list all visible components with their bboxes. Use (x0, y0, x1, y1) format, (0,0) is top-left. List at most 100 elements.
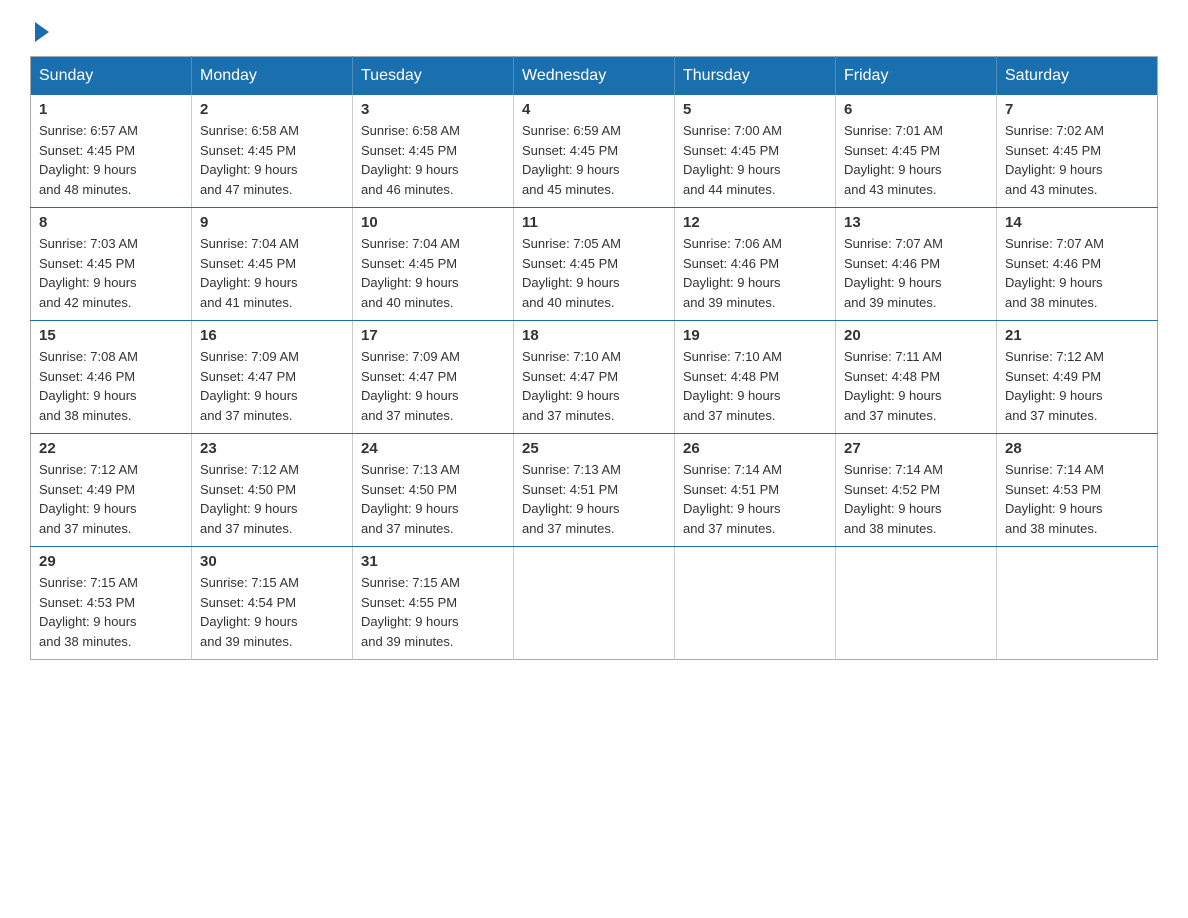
calendar-cell: 31 Sunrise: 7:15 AM Sunset: 4:55 PM Dayl… (353, 547, 514, 660)
calendar-cell: 9 Sunrise: 7:04 AM Sunset: 4:45 PM Dayli… (192, 208, 353, 321)
day-number: 1 (39, 101, 183, 118)
day-info: Sunrise: 7:10 AM Sunset: 4:47 PM Dayligh… (522, 347, 666, 425)
day-number: 18 (522, 327, 666, 344)
calendar-week-row: 15 Sunrise: 7:08 AM Sunset: 4:46 PM Dayl… (31, 321, 1158, 434)
calendar-header-monday: Monday (192, 57, 353, 96)
day-number: 14 (1005, 214, 1149, 231)
calendar-cell: 7 Sunrise: 7:02 AM Sunset: 4:45 PM Dayli… (997, 95, 1158, 208)
calendar-cell: 4 Sunrise: 6:59 AM Sunset: 4:45 PM Dayli… (514, 95, 675, 208)
day-info: Sunrise: 6:58 AM Sunset: 4:45 PM Dayligh… (361, 121, 505, 199)
calendar-cell: 22 Sunrise: 7:12 AM Sunset: 4:49 PM Dayl… (31, 434, 192, 547)
calendar-week-row: 29 Sunrise: 7:15 AM Sunset: 4:53 PM Dayl… (31, 547, 1158, 660)
calendar-cell: 15 Sunrise: 7:08 AM Sunset: 4:46 PM Dayl… (31, 321, 192, 434)
day-info: Sunrise: 6:59 AM Sunset: 4:45 PM Dayligh… (522, 121, 666, 199)
day-info: Sunrise: 7:04 AM Sunset: 4:45 PM Dayligh… (200, 234, 344, 312)
calendar-cell: 25 Sunrise: 7:13 AM Sunset: 4:51 PM Dayl… (514, 434, 675, 547)
day-number: 12 (683, 214, 827, 231)
day-info: Sunrise: 7:13 AM Sunset: 4:50 PM Dayligh… (361, 460, 505, 538)
logo (30, 20, 49, 38)
calendar-week-row: 8 Sunrise: 7:03 AM Sunset: 4:45 PM Dayli… (31, 208, 1158, 321)
calendar-header-friday: Friday (836, 57, 997, 96)
calendar-cell: 10 Sunrise: 7:04 AM Sunset: 4:45 PM Dayl… (353, 208, 514, 321)
day-info: Sunrise: 7:05 AM Sunset: 4:45 PM Dayligh… (522, 234, 666, 312)
day-number: 20 (844, 327, 988, 344)
calendar-week-row: 1 Sunrise: 6:57 AM Sunset: 4:45 PM Dayli… (31, 95, 1158, 208)
calendar-cell: 27 Sunrise: 7:14 AM Sunset: 4:52 PM Dayl… (836, 434, 997, 547)
logo-arrow-icon (35, 22, 49, 42)
calendar-cell: 29 Sunrise: 7:15 AM Sunset: 4:53 PM Dayl… (31, 547, 192, 660)
day-info: Sunrise: 7:00 AM Sunset: 4:45 PM Dayligh… (683, 121, 827, 199)
day-number: 5 (683, 101, 827, 118)
calendar-cell: 6 Sunrise: 7:01 AM Sunset: 4:45 PM Dayli… (836, 95, 997, 208)
day-number: 30 (200, 553, 344, 570)
calendar-week-row: 22 Sunrise: 7:12 AM Sunset: 4:49 PM Dayl… (31, 434, 1158, 547)
calendar-cell: 12 Sunrise: 7:06 AM Sunset: 4:46 PM Dayl… (675, 208, 836, 321)
calendar-cell: 14 Sunrise: 7:07 AM Sunset: 4:46 PM Dayl… (997, 208, 1158, 321)
day-number: 11 (522, 214, 666, 231)
day-info: Sunrise: 7:14 AM Sunset: 4:53 PM Dayligh… (1005, 460, 1149, 538)
day-info: Sunrise: 7:12 AM Sunset: 4:49 PM Dayligh… (39, 460, 183, 538)
day-number: 15 (39, 327, 183, 344)
calendar-cell: 3 Sunrise: 6:58 AM Sunset: 4:45 PM Dayli… (353, 95, 514, 208)
day-number: 16 (200, 327, 344, 344)
calendar-cell: 2 Sunrise: 6:58 AM Sunset: 4:45 PM Dayli… (192, 95, 353, 208)
page-header (30, 20, 1158, 38)
calendar-cell: 24 Sunrise: 7:13 AM Sunset: 4:50 PM Dayl… (353, 434, 514, 547)
calendar-cell: 18 Sunrise: 7:10 AM Sunset: 4:47 PM Dayl… (514, 321, 675, 434)
day-number: 29 (39, 553, 183, 570)
calendar-cell (514, 547, 675, 660)
calendar-header-thursday: Thursday (675, 57, 836, 96)
day-number: 22 (39, 440, 183, 457)
day-info: Sunrise: 7:14 AM Sunset: 4:51 PM Dayligh… (683, 460, 827, 538)
day-number: 10 (361, 214, 505, 231)
day-info: Sunrise: 7:07 AM Sunset: 4:46 PM Dayligh… (1005, 234, 1149, 312)
calendar-cell: 16 Sunrise: 7:09 AM Sunset: 4:47 PM Dayl… (192, 321, 353, 434)
calendar-header-wednesday: Wednesday (514, 57, 675, 96)
calendar-cell: 21 Sunrise: 7:12 AM Sunset: 4:49 PM Dayl… (997, 321, 1158, 434)
day-info: Sunrise: 7:01 AM Sunset: 4:45 PM Dayligh… (844, 121, 988, 199)
day-number: 28 (1005, 440, 1149, 457)
calendar-cell: 5 Sunrise: 7:00 AM Sunset: 4:45 PM Dayli… (675, 95, 836, 208)
day-info: Sunrise: 7:06 AM Sunset: 4:46 PM Dayligh… (683, 234, 827, 312)
day-number: 27 (844, 440, 988, 457)
day-number: 6 (844, 101, 988, 118)
calendar-cell: 8 Sunrise: 7:03 AM Sunset: 4:45 PM Dayli… (31, 208, 192, 321)
day-info: Sunrise: 7:12 AM Sunset: 4:50 PM Dayligh… (200, 460, 344, 538)
day-info: Sunrise: 7:07 AM Sunset: 4:46 PM Dayligh… (844, 234, 988, 312)
day-info: Sunrise: 7:12 AM Sunset: 4:49 PM Dayligh… (1005, 347, 1149, 425)
calendar-cell: 19 Sunrise: 7:10 AM Sunset: 4:48 PM Dayl… (675, 321, 836, 434)
day-number: 21 (1005, 327, 1149, 344)
day-info: Sunrise: 7:09 AM Sunset: 4:47 PM Dayligh… (200, 347, 344, 425)
calendar-cell: 26 Sunrise: 7:14 AM Sunset: 4:51 PM Dayl… (675, 434, 836, 547)
day-number: 31 (361, 553, 505, 570)
day-info: Sunrise: 7:03 AM Sunset: 4:45 PM Dayligh… (39, 234, 183, 312)
calendar-cell: 28 Sunrise: 7:14 AM Sunset: 4:53 PM Dayl… (997, 434, 1158, 547)
day-info: Sunrise: 6:58 AM Sunset: 4:45 PM Dayligh… (200, 121, 344, 199)
day-number: 13 (844, 214, 988, 231)
calendar-header-saturday: Saturday (997, 57, 1158, 96)
day-number: 25 (522, 440, 666, 457)
day-number: 3 (361, 101, 505, 118)
day-info: Sunrise: 7:10 AM Sunset: 4:48 PM Dayligh… (683, 347, 827, 425)
day-info: Sunrise: 7:15 AM Sunset: 4:55 PM Dayligh… (361, 573, 505, 651)
calendar-cell: 13 Sunrise: 7:07 AM Sunset: 4:46 PM Dayl… (836, 208, 997, 321)
calendar-cell: 30 Sunrise: 7:15 AM Sunset: 4:54 PM Dayl… (192, 547, 353, 660)
day-number: 9 (200, 214, 344, 231)
calendar-cell: 17 Sunrise: 7:09 AM Sunset: 4:47 PM Dayl… (353, 321, 514, 434)
calendar-table: SundayMondayTuesdayWednesdayThursdayFrid… (30, 56, 1158, 660)
day-info: Sunrise: 7:04 AM Sunset: 4:45 PM Dayligh… (361, 234, 505, 312)
day-number: 7 (1005, 101, 1149, 118)
calendar-cell (675, 547, 836, 660)
day-info: Sunrise: 6:57 AM Sunset: 4:45 PM Dayligh… (39, 121, 183, 199)
day-info: Sunrise: 7:13 AM Sunset: 4:51 PM Dayligh… (522, 460, 666, 538)
day-number: 4 (522, 101, 666, 118)
day-number: 2 (200, 101, 344, 118)
calendar-cell (997, 547, 1158, 660)
calendar-cell: 1 Sunrise: 6:57 AM Sunset: 4:45 PM Dayli… (31, 95, 192, 208)
day-number: 19 (683, 327, 827, 344)
day-info: Sunrise: 7:02 AM Sunset: 4:45 PM Dayligh… (1005, 121, 1149, 199)
day-info: Sunrise: 7:11 AM Sunset: 4:48 PM Dayligh… (844, 347, 988, 425)
calendar-cell: 11 Sunrise: 7:05 AM Sunset: 4:45 PM Dayl… (514, 208, 675, 321)
day-info: Sunrise: 7:14 AM Sunset: 4:52 PM Dayligh… (844, 460, 988, 538)
calendar-cell (836, 547, 997, 660)
